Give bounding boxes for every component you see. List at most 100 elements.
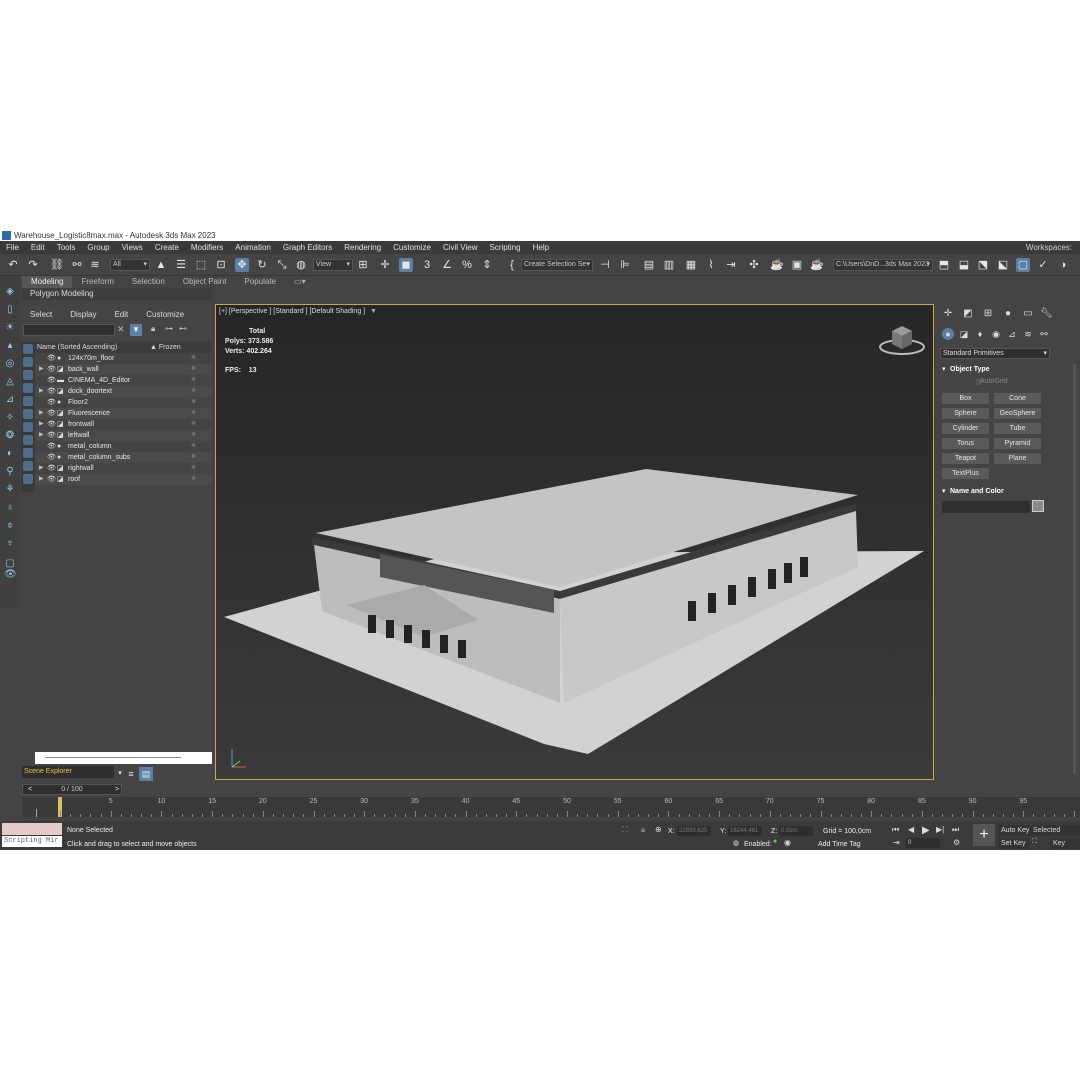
timeline-ruler[interactable]: 5 10 15 20 25 30 35 40 45 50 55 60 65 70 75 80 85 90 95 [22,797,1080,817]
shapes-icon[interactable]: ◬ [4,376,16,388]
expand-arrow-icon[interactable]: ▶ [39,364,44,375]
menu-animation[interactable]: Animation [229,243,277,252]
project-settings-icon[interactable]: ⬕ [996,258,1010,272]
visibility-eye-icon[interactable]: 👁︎ [47,353,56,364]
clear-search-icon[interactable]: ✕ [117,324,125,335]
visibility-eye-icon[interactable]: 👁︎ [47,397,56,408]
lights-category-icon[interactable]: ♦ [974,328,986,340]
undo-icon[interactable]: ↶ [6,258,20,272]
set-key-icon[interactable]: + [973,824,995,846]
tab-freeform[interactable]: Freeform [72,276,122,288]
warehouse-model[interactable] [216,305,934,780]
menu-views[interactable]: Views [116,243,149,252]
menu-create[interactable]: Create [149,243,185,252]
utilities-tab-icon[interactable]: 🔧︎ [1040,308,1053,320]
selection-lock-icon[interactable]: 🔒︎ [641,825,645,835]
link-icon[interactable]: ⛓ [50,258,64,272]
filter-spacewarps-icon[interactable] [23,409,33,419]
add-time-tag[interactable]: Add Time Tag [818,841,861,848]
visibility-eye-icon[interactable]: 👁︎ [47,375,56,386]
explorer-row[interactable]: ▶ 👁︎ ◪ leftwall ❄ [35,430,212,441]
geosphere-button[interactable]: GeoSphere [994,408,1041,419]
layer-explorer-icon[interactable]: ▥ [662,258,676,272]
selected-dropdown[interactable]: Selected [1030,825,1080,836]
current-frame-field[interactable]: 0 [906,838,940,848]
helper-icon[interactable]: ◎ [4,358,16,370]
explorer-search-input[interactable] [23,324,115,336]
menu-group[interactable]: Group [81,243,115,252]
cylinder-button[interactable]: Cylinder [942,423,989,434]
box-button[interactable]: Box [942,393,989,404]
tab-modeling[interactable]: Modeling [22,276,73,288]
geometry-icon[interactable]: ⊿ [4,394,16,406]
filter-bones-icon[interactable] [23,448,33,458]
explorer-menu-edit[interactable]: Edit [105,309,137,321]
sphere-button[interactable]: Sphere [942,408,989,419]
filter-helpers-icon[interactable] [23,396,33,406]
lock-icon[interactable]: 🔒︎ [151,324,155,334]
freeze-toggle-icon[interactable]: ❄ [191,353,196,364]
isolate-icon[interactable]: ♆ [4,538,16,550]
ribbon-options-icon[interactable]: ▭▾ [285,276,315,288]
explorer-row[interactable]: ▶ 👁︎ ◪ roof ❄ [35,474,212,485]
menu-tools[interactable]: Tools [51,243,82,252]
y-coordinate-field[interactable]: 16244,461 [728,826,762,836]
percent-snap-icon[interactable]: % [460,258,474,272]
menu-help[interactable]: Help [527,243,555,252]
freeze-toggle-icon[interactable]: ❄ [191,364,196,375]
goto-end-icon[interactable]: ⏭ [952,825,959,835]
utilities-icon[interactable]: ♁ [4,502,16,514]
goto-start-icon[interactable]: ⏮ [892,825,899,835]
x-coordinate-field[interactable]: 22899,625 [677,826,711,836]
visibility-eye-icon[interactable]: 👁︎ [47,419,56,430]
tab-object-paint[interactable]: Object Paint [174,276,236,288]
freeze-toggle-icon[interactable]: ❄ [191,408,196,419]
eye-icon[interactable]: 👁 [4,569,17,581]
hierarchy-icon[interactable]: ⚘ [4,484,16,496]
freeze-toggle-icon[interactable]: ❄ [191,375,196,386]
key-filters-button[interactable]: Key Filter [1050,838,1080,849]
open-project-icon[interactable]: ⬓ [957,258,971,272]
spacewarps-icon[interactable]: ❂ [4,430,16,442]
prev-frame-icon[interactable]: ◀ [908,825,914,834]
cameras-category-icon[interactable]: ◉ [990,328,1002,340]
filter-icon[interactable]: ▼ [130,324,142,336]
systems-icon[interactable]: ✧ [4,412,16,424]
select-rotate-icon[interactable]: ↻ [255,258,269,272]
menu-customize[interactable]: Customize [387,243,437,252]
explorer-menu-display[interactable]: Display [61,309,105,321]
hierarchy-toggle-icon[interactable]: ⊶ [165,324,173,333]
time-prev-icon[interactable]: < [23,783,37,797]
align-icon[interactable]: ⊫ [618,258,632,272]
z-coordinate-field[interactable]: 0,0cm [779,826,813,836]
modify-tab-icon[interactable]: ◩ [962,308,974,320]
command-panel-scrollbar[interactable] [1073,364,1076,774]
name-color-title[interactable]: Name and Color [940,486,1046,497]
expand-arrow-icon[interactable]: ▶ [39,419,44,430]
tube-button[interactable]: Tube [994,423,1041,434]
create-selection-icon[interactable]: ◈ [4,286,16,298]
project-path-dropdown[interactable]: C:\Users\DnD...3ds Max 2023 [833,259,933,271]
menu-edit[interactable]: Edit [25,243,51,252]
explorer-menu-select[interactable]: Select [21,309,61,321]
pivot-center-icon[interactable]: ⊞ [356,258,370,272]
auto-key-button[interactable]: Auto Key [998,825,1033,836]
filter-shapes-icon[interactable] [23,357,33,367]
motion-tab-icon[interactable]: ● [1002,308,1014,320]
freeze-toggle-icon[interactable]: ❄ [191,441,196,452]
project-folder-icon[interactable]: ⬒ [937,258,951,272]
spinner-snap-icon[interactable]: ⇕ [480,258,494,272]
menu-modifiers[interactable]: Modifiers [185,243,229,252]
absolute-mode-icon[interactable]: ⊕ [655,825,662,834]
named-selection-sets-dropdown[interactable]: Create Selection Se [521,259,593,271]
time-config-icon[interactable]: ⚙ [953,838,960,847]
explorer-row[interactable]: ▶ 👁︎ ◪ back_wall ❄ [35,364,212,375]
filter-xrefs-icon[interactable] [23,435,33,445]
explorer-row[interactable]: 👁︎ ▬ CINEMA_4D_Editor ❄ [35,375,212,386]
expand-arrow-icon[interactable]: ▶ [39,463,44,474]
layers-icon[interactable]: ≡ [124,767,138,781]
tab-populate[interactable]: Populate [235,276,285,288]
freeze-toggle-icon[interactable]: ❄ [191,452,196,463]
expand-arrow-icon[interactable]: ▶ [39,386,44,397]
object-type-title[interactable]: Object Type [940,364,1046,375]
